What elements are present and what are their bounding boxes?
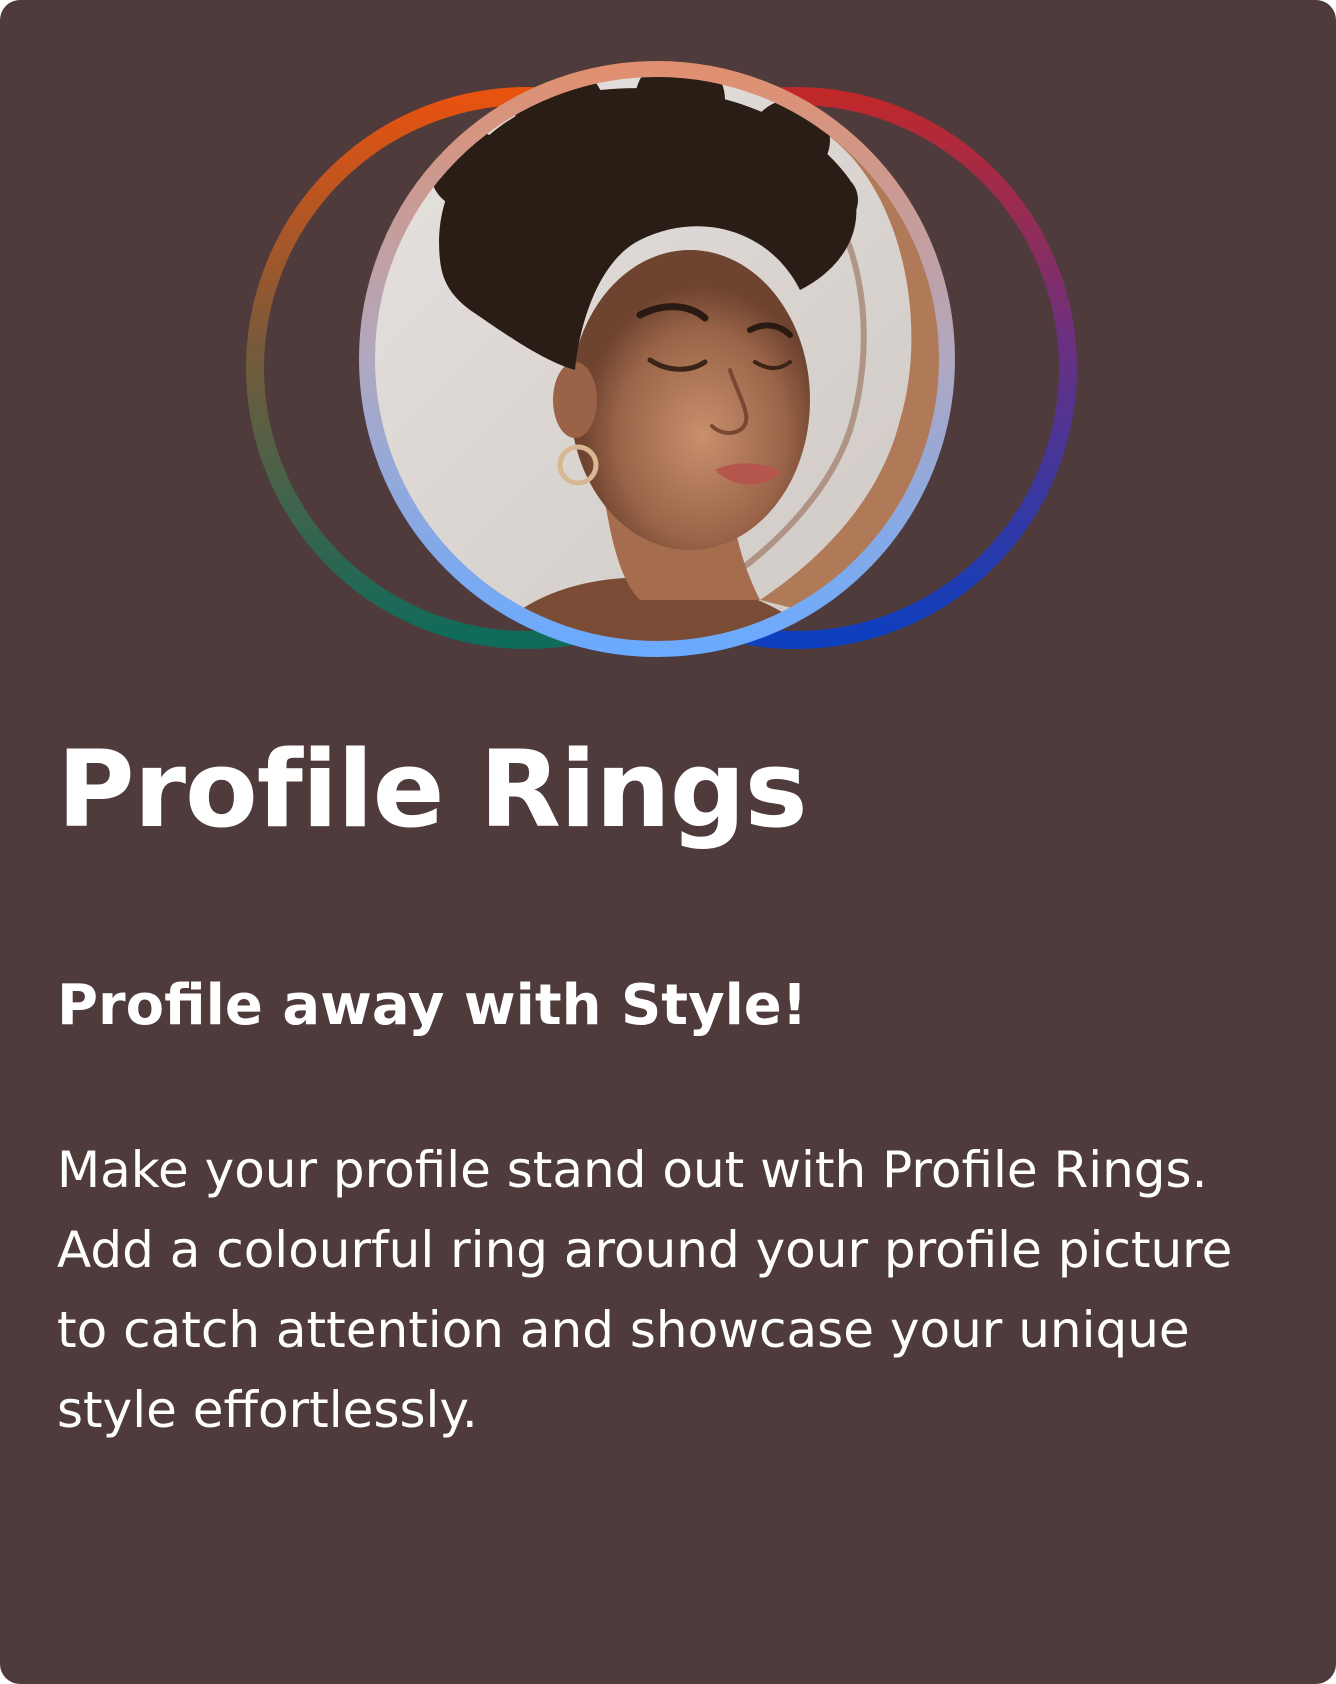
card-title: Profile Rings — [57, 728, 808, 851]
rings-svg — [246, 61, 1077, 657]
card-subtitle: Profile away with Style! — [57, 973, 808, 1038]
profile-rings-illustration — [0, 0, 1336, 700]
card-description: Make your profile stand out with Profile… — [57, 1141, 1233, 1439]
feature-card: Profile Rings Profile away with Style! M… — [0, 0, 1336, 1684]
